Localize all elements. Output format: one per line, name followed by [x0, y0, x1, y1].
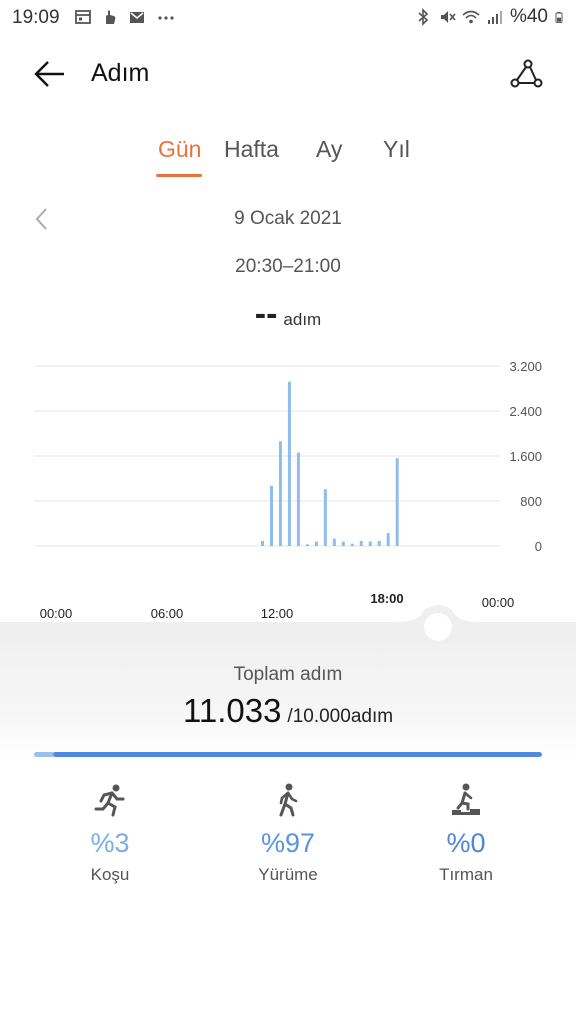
system-icons: %40: [414, 6, 566, 28]
running-label: Koşu: [90, 865, 130, 884]
chart-scrubber[interactable]: [0, 604, 576, 644]
more-dots-icon: [158, 16, 174, 20]
tab-year[interactable]: Yıl: [383, 136, 410, 163]
tab-month[interactable]: Ay: [316, 136, 342, 163]
chart-bar: [278, 441, 282, 546]
chart-bar: [287, 381, 291, 546]
chart-bar: [395, 458, 399, 546]
active-tab-indicator: [156, 174, 202, 177]
scrubber-handle[interactable]: [424, 613, 452, 641]
walking-label: Yürüme: [258, 865, 318, 884]
period-tabs: Gün Hafta Ay Yıl: [0, 136, 576, 180]
battery-icon: [555, 12, 563, 23]
y-tick-label: 0: [535, 539, 542, 554]
steps-chart[interactable]: 3.2002.4001.600800000:00 06:00 12:0018:00 0…: [0, 340, 576, 625]
selected-date: 9 Ocak 2021: [234, 208, 342, 229]
chart-bar: [377, 540, 381, 546]
page-title: Adım: [91, 59, 150, 87]
walking-icon: [279, 783, 298, 817]
climbing-label: Tırman: [439, 865, 493, 884]
tab-day[interactable]: Gün: [158, 136, 201, 163]
walking-percent: %97: [260, 828, 316, 858]
scrubber-notch: [0, 605, 576, 644]
status-bar: 19:09 %40: [0, 0, 576, 36]
steps-goal: /10.000adım: [287, 706, 394, 727]
summary-panel: Toplam adım 11.033/10.000adım %3 Koşu %9…: [0, 622, 576, 1024]
bluetooth-icon: [418, 8, 429, 26]
activity-running: %3 Koşu: [40, 782, 180, 885]
arrow-left-icon[interactable]: [32, 56, 68, 92]
notification-icons: [74, 8, 177, 26]
y-tick-label: 2.400: [509, 404, 542, 419]
wifi-icon: [462, 10, 480, 24]
activity-walking: %97 Yürüme: [218, 782, 358, 885]
selected-steps-unit: adım: [283, 309, 322, 329]
y-tick-label: 800: [520, 494, 542, 509]
hand-icon: [106, 10, 116, 24]
route-icon[interactable]: [508, 56, 544, 92]
chart-bar: [368, 541, 372, 546]
chart-bar: [341, 541, 345, 546]
chart-bar: [386, 533, 390, 546]
activity-climbing: %0 Tırman: [396, 782, 536, 885]
chart-bar: [296, 452, 300, 546]
chart-bar: [305, 544, 309, 546]
goal-progress-bar: [34, 752, 542, 757]
chart-bar: [359, 540, 363, 546]
y-tick-label: 1.600: [509, 449, 542, 464]
tab-week[interactable]: Hafta: [224, 136, 279, 163]
mute-icon: [440, 11, 456, 23]
chart-bar: [261, 540, 264, 546]
chart-bar: [323, 489, 327, 546]
mail-icon: [130, 12, 144, 23]
total-steps-label: Toplam adım: [233, 664, 343, 685]
progress-segment-run: [34, 752, 53, 757]
running-icon: [94, 784, 125, 817]
total-steps: 11.033/10.000adım: [0, 692, 576, 730]
app-header: Adım: [0, 44, 576, 104]
selected-steps: -- adım: [0, 295, 576, 334]
y-tick-label: 3.200: [509, 359, 542, 374]
battery-text: %40: [509, 6, 548, 27]
selected-steps-value: --: [254, 295, 278, 333]
signal-icon: [487, 11, 502, 24]
calendar-icon: [75, 10, 91, 24]
total-steps-value: 11.033: [182, 692, 282, 729]
chart-bar: [332, 538, 336, 546]
running-percent: %3: [90, 828, 130, 858]
chart-bar: [350, 543, 354, 546]
climbing-percent: %0: [446, 828, 486, 858]
status-time: 19:09: [12, 7, 60, 28]
selected-time-range: 20:30–21:00: [235, 256, 341, 277]
progress-fill: [52, 752, 542, 757]
chart-bar: [314, 541, 318, 546]
chart-bar: [269, 485, 273, 546]
climbing-icon: [452, 783, 480, 815]
